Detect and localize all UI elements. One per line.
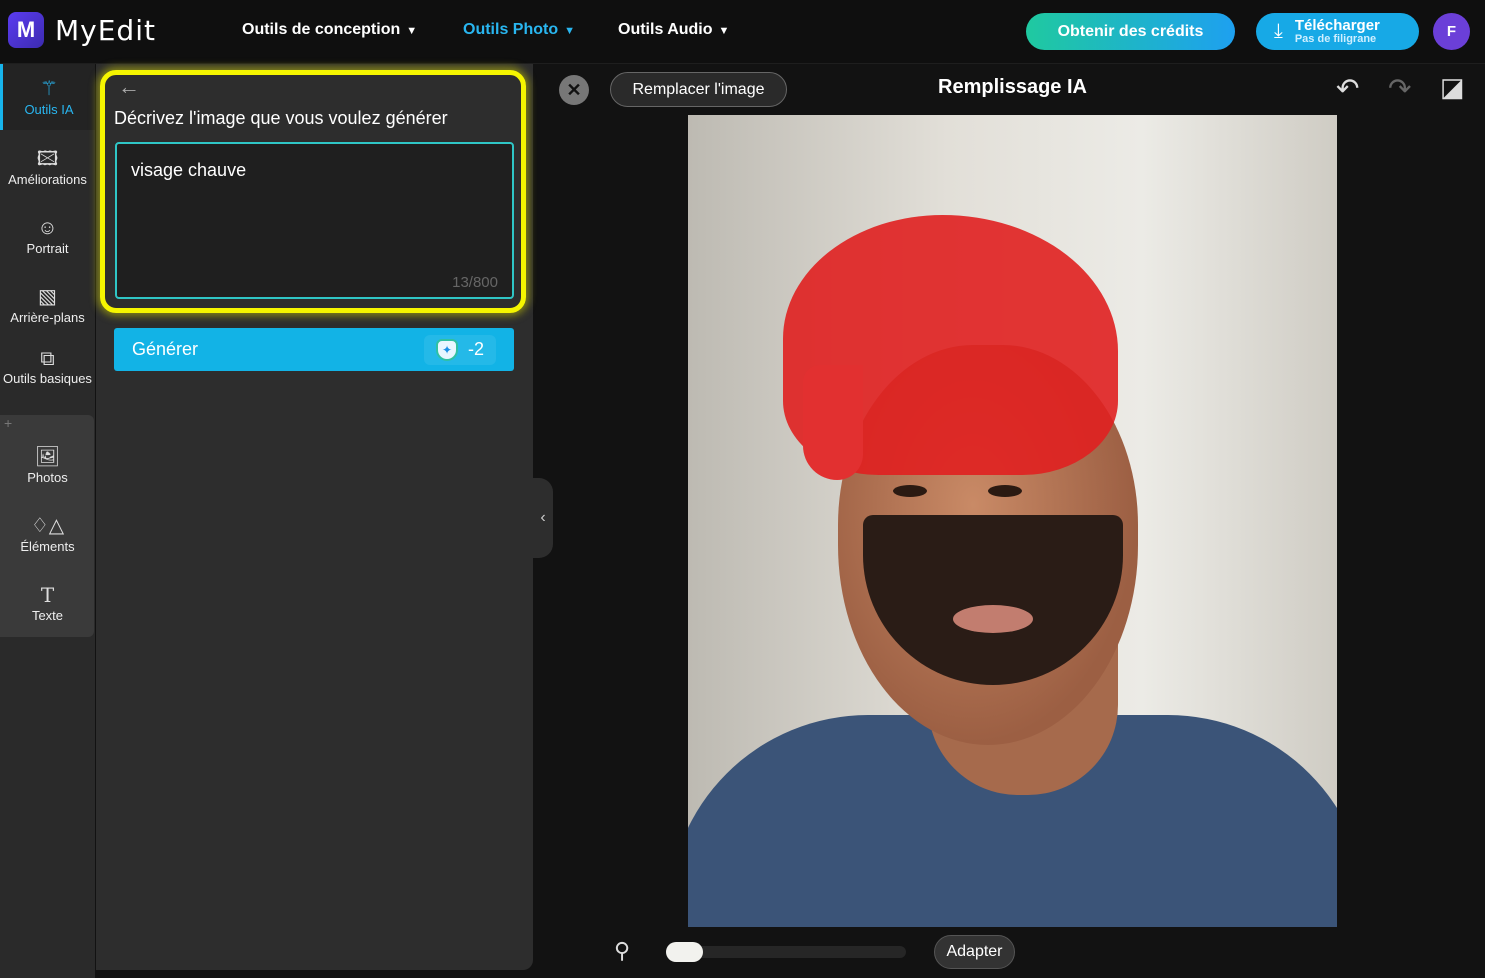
background-icon: ▧ bbox=[38, 286, 57, 308]
nav-photo-tools[interactable]: Outils Photo ▼ bbox=[463, 21, 575, 39]
sidebar-item-photos[interactable]: 🖼 Photos bbox=[0, 444, 95, 485]
sidebar: ⚚ Outils IA 🖾 Améliorations ☺ Portrait ▧ Arr… bbox=[0, 64, 95, 978]
get-credits-button[interactable]: Obtenir des crédits bbox=[1026, 13, 1235, 50]
zoom-slider-handle[interactable] bbox=[666, 942, 703, 962]
photo-icon: 🖼 bbox=[34, 446, 61, 468]
sidebar-item-text[interactable]: T Texte bbox=[0, 582, 95, 623]
close-button[interactable]: ✕ bbox=[559, 75, 589, 105]
prompt-text: visage chauve bbox=[131, 160, 247, 180]
fit-button[interactable]: Adapter bbox=[934, 935, 1015, 969]
redo-icon[interactable]: ↷ bbox=[1388, 72, 1411, 105]
char-counter: 13/800 bbox=[452, 274, 498, 291]
sidebar-item-portrait[interactable]: ☺ Portrait bbox=[0, 215, 95, 256]
crop-icon: ⧉ bbox=[40, 348, 55, 370]
nav-audio-tools[interactable]: Outils Audio ▼ bbox=[618, 21, 729, 39]
replace-image-button[interactable]: Remplacer l'image bbox=[610, 72, 787, 107]
top-bar: M MyEdit Outils de conception ▼ Outils Ph… bbox=[0, 0, 1485, 64]
canvas-title: Remplissage IA bbox=[938, 76, 1087, 98]
download-icon: ⤓ bbox=[1274, 20, 1283, 42]
chevron-down-icon: ▼ bbox=[406, 25, 418, 37]
plus-icon[interactable]: + bbox=[4, 415, 12, 431]
eye bbox=[988, 485, 1022, 497]
prompt-textarea[interactable]: visage chauve 13/800 bbox=[115, 142, 514, 299]
generate-label: Générer bbox=[132, 339, 199, 359]
eye bbox=[893, 485, 927, 497]
download-button[interactable]: ⤓ Télécharger Pas de filigrane bbox=[1256, 13, 1419, 50]
chevron-down-icon: ▼ bbox=[718, 25, 730, 37]
image-enhance-icon: 🖾 bbox=[36, 148, 59, 170]
prompt-label: Décrivez l'image que vous voulez générer bbox=[114, 108, 448, 128]
myedit-logo[interactable]: M bbox=[8, 12, 44, 48]
credit-cost: ✦ -2 bbox=[423, 334, 496, 365]
compare-icon[interactable]: ◪ bbox=[1440, 72, 1465, 103]
magic-wand-icon: ⚚ bbox=[40, 78, 58, 100]
mouth bbox=[953, 605, 1033, 633]
undo-icon[interactable]: ↶ bbox=[1336, 72, 1359, 105]
sidebar-item-basic-tools[interactable]: ⧉ Outils basiques bbox=[0, 346, 95, 385]
zoom-slider[interactable] bbox=[666, 942, 906, 962]
zoom-icon[interactable]: ⚲ bbox=[614, 938, 630, 964]
text-icon: T bbox=[40, 583, 55, 607]
portrait-icon: ☺ bbox=[37, 217, 58, 239]
canvas-image[interactable] bbox=[688, 115, 1337, 927]
back-arrow-icon[interactable]: ← bbox=[118, 74, 140, 100]
chevron-down-icon: ▼ bbox=[564, 25, 575, 37]
close-icon: ✕ bbox=[566, 79, 582, 100]
credit-shield-icon: ✦ bbox=[435, 338, 458, 361]
sidebar-item-elements[interactable]: ♢△ Éléments bbox=[0, 513, 95, 554]
sidebar-item-ai-tools[interactable]: ⚚ Outils IA bbox=[0, 64, 95, 130]
shapes-icon: ♢△ bbox=[30, 515, 65, 537]
generate-button[interactable]: Générer ✦ -2 bbox=[114, 328, 514, 371]
nav-design-tools[interactable]: Outils de conception ▼ bbox=[242, 21, 417, 39]
avatar[interactable]: F bbox=[1433, 13, 1470, 50]
brand-name[interactable]: MyEdit bbox=[55, 14, 156, 47]
chevron-left-icon: ‹ bbox=[540, 509, 546, 526]
sidebar-item-enhancements[interactable]: 🖾 Améliorations bbox=[0, 146, 95, 187]
selection-mask bbox=[803, 365, 863, 480]
collapse-panel-button[interactable]: ‹ bbox=[533, 478, 553, 558]
sidebar-item-backgrounds[interactable]: ▧ Arrière-plans bbox=[0, 284, 95, 325]
